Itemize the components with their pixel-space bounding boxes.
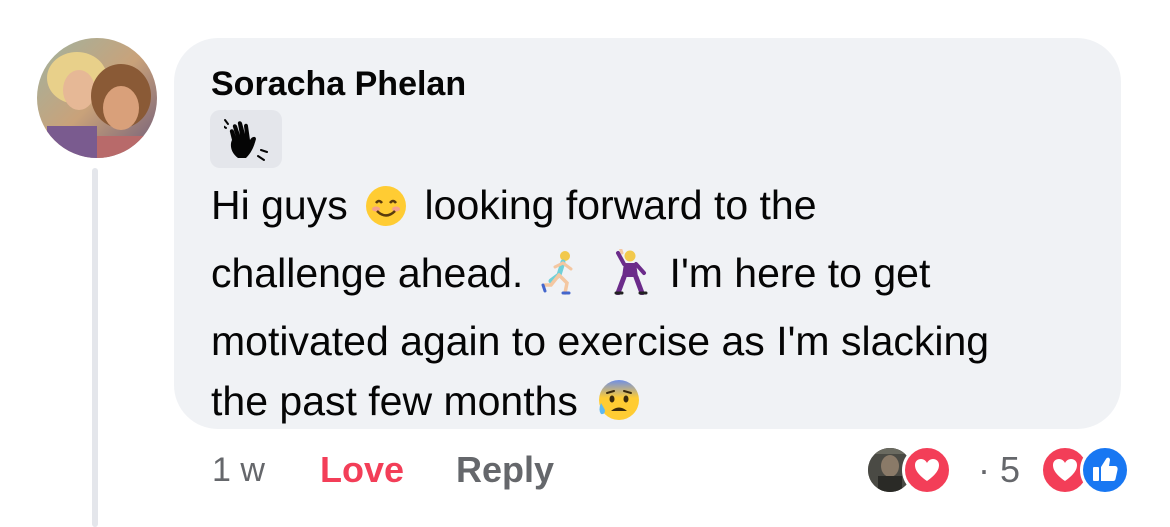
comment-text: Hi guys looking forward to the challenge… xyxy=(211,175,1101,439)
comment-line: challenge ahead. I'm here to get xyxy=(211,243,1101,311)
reactors-stack[interactable] xyxy=(866,445,966,495)
reaction-separator: · xyxy=(978,449,990,490)
love-button[interactable]: Love xyxy=(320,446,404,494)
comment-line: Hi guys looking forward to the xyxy=(211,175,1101,243)
love-reaction-icon xyxy=(902,445,952,495)
comment-text-segment: looking forward to the xyxy=(424,182,817,228)
reaction-count[interactable]: 5 xyxy=(1000,446,1020,494)
comment-author[interactable]: Soracha Phelan xyxy=(211,62,466,106)
reaction-badge xyxy=(210,110,282,168)
thread-line xyxy=(92,168,98,527)
smiling-face-emoji-icon xyxy=(365,183,407,243)
comment-text-segment: the past few months xyxy=(211,378,578,424)
comment-text-segment: Hi guys xyxy=(211,182,348,228)
avatar[interactable] xyxy=(37,38,157,158)
running-woman-emoji-icon xyxy=(541,249,585,311)
waving-hand-icon xyxy=(224,119,268,161)
comment-line: the past few months xyxy=(211,371,1101,439)
like-reaction-summary-icon[interactable] xyxy=(1080,445,1130,495)
dancing-man-emoji-icon xyxy=(608,245,652,311)
comment-text-segment: I'm here to get xyxy=(669,250,931,296)
reply-button[interactable]: Reply xyxy=(456,446,554,494)
comment-timestamp[interactable]: 1 w xyxy=(212,446,265,494)
comment-text-segment: motivated again to exercise as I'm slack… xyxy=(211,318,990,364)
comment-line: motivated again to exercise as I'm slack… xyxy=(211,311,1101,371)
anxious-face-sweat-emoji-icon xyxy=(595,377,641,439)
comment-text-segment: challenge ahead. xyxy=(211,250,524,296)
